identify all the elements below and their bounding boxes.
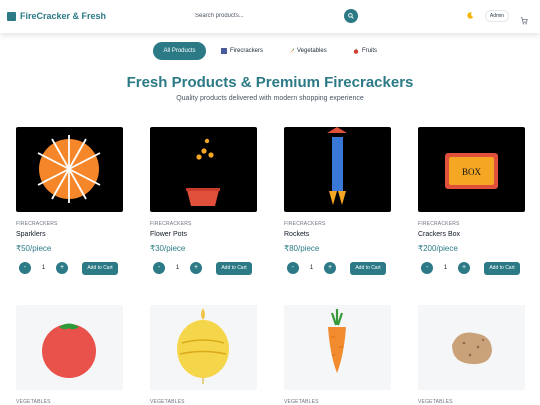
category-label: Firecrackers <box>230 48 264 54</box>
quantity-decrease-button[interactable]: - <box>287 262 299 274</box>
quantity-increase-button[interactable]: + <box>190 262 202 274</box>
flower-pot-icon <box>186 138 220 206</box>
box-label: BOX <box>462 167 482 177</box>
crackers-box-icon: BOX <box>445 153 498 189</box>
cart-icon[interactable] <box>520 12 528 25</box>
product-image[interactable] <box>284 127 391 212</box>
product-name: Crackers Box <box>418 231 461 238</box>
product-image[interactable] <box>284 305 391 390</box>
quantity-decrease-button[interactable]: - <box>421 262 433 274</box>
brand-icon <box>7 11 16 21</box>
tomato-icon <box>42 323 96 378</box>
product-name: Sparklers <box>16 231 46 238</box>
category-all-products-pill[interactable]: All Products <box>153 42 206 60</box>
potato-icon <box>452 332 492 365</box>
product-category: VEGETABLES <box>150 399 185 405</box>
category-label: Fruits <box>362 48 377 54</box>
product-image[interactable] <box>16 127 123 212</box>
product-name: Rockets <box>284 231 310 238</box>
add-to-cart-button[interactable]: Add to Cart <box>216 262 252 275</box>
category-firecrackers-pill[interactable]: Firecrackers <box>221 42 263 60</box>
carrot-icon <box>328 309 346 373</box>
add-to-cart-button[interactable]: Add to Cart <box>82 262 118 275</box>
category-label: All Products <box>163 48 196 54</box>
product-category: FIRECRACKERS <box>284 221 326 227</box>
quantity-increase-button[interactable]: + <box>324 262 336 274</box>
quantity-value[interactable]: 1 <box>299 262 324 274</box>
category-fruits-pill[interactable]: Fruits <box>353 42 377 60</box>
firecracker-icon <box>221 48 227 54</box>
page-title: Fresh Products & Premium Firecrackers <box>126 74 414 91</box>
theme-toggle-moon-icon[interactable] <box>467 12 474 19</box>
product-price: ₹200/piece <box>418 244 458 253</box>
product-category: VEGETABLES <box>418 399 453 405</box>
brand-name: FireCracker & Fresh <box>20 11 107 21</box>
product-category: FIRECRACKERS <box>16 221 58 227</box>
search-icon <box>348 13 354 19</box>
quantity-decrease-button[interactable]: - <box>153 262 165 274</box>
quantity-increase-button[interactable]: + <box>56 262 68 274</box>
admin-button[interactable]: Admin <box>485 10 509 22</box>
add-to-cart-button[interactable]: Add to Cart <box>350 262 386 275</box>
product-price: ₹50/piece <box>16 244 52 253</box>
brand-logo[interactable]: FireCracker & Fresh <box>7 11 106 21</box>
product-image[interactable] <box>16 305 123 390</box>
product-price: ₹30/piece <box>150 244 186 253</box>
product-price: ₹80/piece <box>284 244 320 253</box>
product-name: Flower Pots <box>150 231 187 238</box>
sparkler-wheel-icon <box>37 135 101 203</box>
category-filter-bar: All Products Firecrackers Vegetables Fru… <box>0 42 540 60</box>
product-image[interactable] <box>150 127 257 212</box>
quantity-value[interactable]: 1 <box>433 262 458 274</box>
category-label: Vegetables <box>297 48 327 54</box>
top-navbar: FireCracker & Fresh Admin <box>0 0 540 33</box>
product-category: VEGETABLES <box>16 399 51 405</box>
quantity-value[interactable]: 1 <box>165 262 190 274</box>
search-input[interactable] <box>195 9 335 23</box>
quantity-value[interactable]: 1 <box>31 262 56 274</box>
product-image[interactable]: BOX <box>418 127 525 212</box>
product-image[interactable] <box>418 305 525 390</box>
search-button[interactable] <box>344 9 358 23</box>
carrot-icon <box>289 48 294 54</box>
product-category: FIRECRACKERS <box>150 221 192 227</box>
page-subtitle: Quality products delivered with modern s… <box>176 95 364 102</box>
quantity-decrease-button[interactable]: - <box>19 262 31 274</box>
add-to-cart-button[interactable]: Add to Cart <box>484 262 520 275</box>
product-image[interactable] <box>150 305 257 390</box>
apple-icon <box>353 48 359 54</box>
product-category: VEGETABLES <box>284 399 319 405</box>
product-category: FIRECRACKERS <box>418 221 460 227</box>
quantity-increase-button[interactable]: + <box>458 262 470 274</box>
rocket-icon <box>327 127 347 205</box>
category-vegetables-pill[interactable]: Vegetables <box>288 42 327 60</box>
onion-icon <box>177 308 229 384</box>
